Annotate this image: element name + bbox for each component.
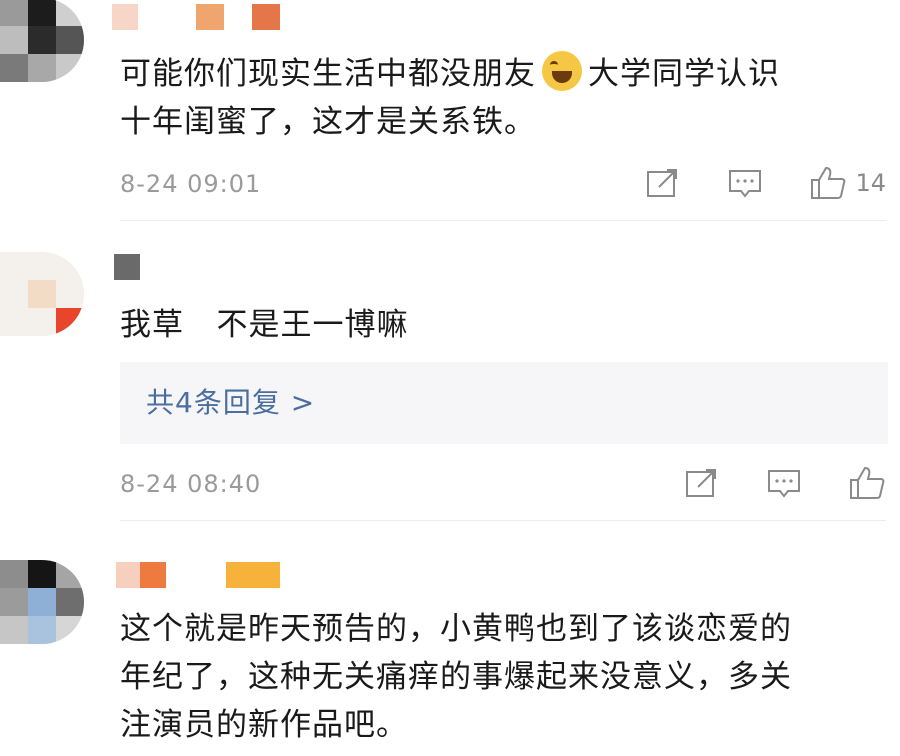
divider: [120, 220, 886, 221]
share-icon: [647, 169, 678, 197]
view-replies-link[interactable]: 共4条回复 >: [120, 362, 888, 444]
comment-text: 我草 不是王一博嘛: [120, 307, 409, 343]
share-button[interactable]: [645, 167, 681, 199]
avatar[interactable]: [0, 0, 84, 82]
like-count: 14: [855, 169, 886, 197]
comment-item: 我草 不是王一博嘛 共4条回复 > 8-24 08:40: [0, 222, 900, 522]
username[interactable]: [116, 562, 286, 588]
comment-actions: 14: [599, 163, 886, 203]
comment-time: 8-24 09:01: [120, 170, 262, 198]
laughing-tears-emoji-icon: [542, 51, 582, 91]
username[interactable]: [112, 4, 282, 30]
reply-button[interactable]: [766, 467, 802, 499]
like-button[interactable]: 14: [809, 165, 886, 201]
reply-button[interactable]: [727, 167, 763, 199]
comment-time: 8-24 08:40: [120, 470, 262, 498]
share-icon: [686, 469, 716, 497]
username[interactable]: [114, 254, 144, 280]
comment-item: 这个就是昨天预告的，小黄鸭也到了该谈恋爱的 年纪了，这种无关痛痒的事爆起来没意义…: [0, 522, 900, 756]
comment-icon: [768, 470, 800, 498]
comment-text: 这个就是昨天预告的，小黄鸭也到了该谈恋爱的 年纪了，这种无关痛痒的事爆起来没意义…: [120, 611, 792, 743]
avatar[interactable]: [0, 560, 84, 644]
comment-actions: [638, 463, 886, 503]
comment-text: 可能你们现实生活中都没朋友 大学同学认识 十年闺蜜了，这才是关系铁。: [120, 50, 880, 146]
comment-item: 可能你们现实生活中都没朋友 大学同学认识 十年闺蜜了，这才是关系铁。 8-24 0…: [0, 0, 900, 222]
divider: [120, 520, 886, 521]
share-button[interactable]: [684, 467, 720, 499]
avatar[interactable]: [0, 252, 84, 336]
comment-icon: [729, 170, 762, 198]
thumbs-up-icon: [850, 466, 885, 499]
thumbs-up-icon: [811, 166, 846, 199]
like-button[interactable]: [848, 465, 886, 501]
